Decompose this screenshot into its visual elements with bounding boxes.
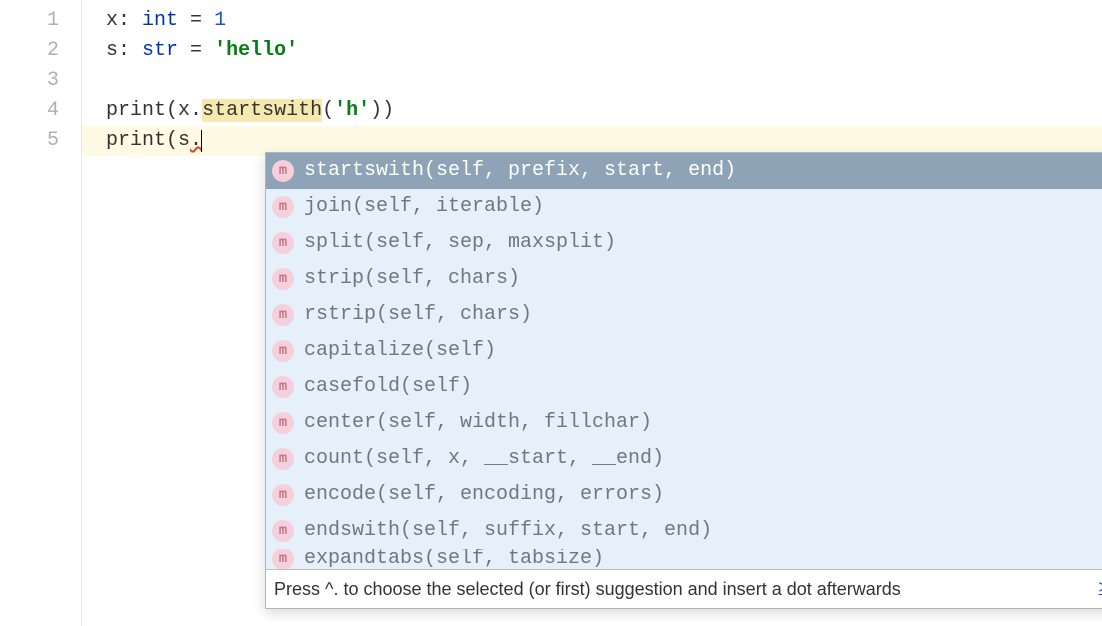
- variable-name: s: [106, 39, 118, 62]
- method-icon: m: [272, 340, 294, 362]
- method-icon: m: [272, 412, 294, 434]
- code-editor: 1 2 3 4 5 x: int = 1 s: str = 'hello' pr…: [0, 0, 1102, 626]
- completion-label: split(self, sep, maxsplit): [304, 228, 1094, 258]
- line-number-gutter: 1 2 3 4 5: [0, 0, 82, 626]
- more-suggestions-link[interactable]: >>: [1098, 574, 1102, 604]
- completion-item[interactable]: m capitalize(self) str: [266, 333, 1102, 369]
- completion-label: expandtabs(self, tabsize): [304, 549, 1094, 569]
- code-line-2[interactable]: s: str = 'hello': [106, 36, 1102, 66]
- completion-label: encode(self, encoding, errors): [304, 480, 1094, 510]
- object-ref: s: [178, 129, 190, 152]
- method-icon: m: [272, 196, 294, 218]
- completion-label: startswith(self, prefix, start, end): [304, 156, 1094, 186]
- completion-item[interactable]: m strip(self, chars) str: [266, 261, 1102, 297]
- method-icon: m: [272, 484, 294, 506]
- type-annotation: str: [142, 39, 178, 62]
- code-line-4[interactable]: print(x.startswith('h')): [106, 96, 1102, 126]
- code-area[interactable]: x: int = 1 s: str = 'hello' print(x.star…: [82, 0, 1102, 626]
- type-annotation: int: [142, 9, 178, 32]
- completion-item[interactable]: m casefold(self) str: [266, 369, 1102, 405]
- completion-label: capitalize(self): [304, 336, 1094, 366]
- string-literal: 'h': [334, 99, 370, 122]
- object-ref: x: [178, 99, 190, 122]
- completion-item[interactable]: m join(self, iterable) str: [266, 189, 1102, 225]
- completion-label: count(self, x, __start, __end): [304, 444, 1094, 474]
- highlighted-method: startswith: [202, 99, 322, 122]
- completion-label: join(self, iterable): [304, 192, 1094, 222]
- int-literal: 1: [214, 9, 226, 32]
- completion-list[interactable]: m startswith(self, prefix, start, end) s…: [266, 153, 1102, 569]
- completion-item[interactable]: m split(self, sep, maxsplit) str: [266, 225, 1102, 261]
- assign-op: =: [178, 39, 214, 62]
- completion-label: rstrip(self, chars): [304, 300, 1094, 330]
- method-icon: m: [272, 232, 294, 254]
- method-icon: m: [272, 268, 294, 290]
- method-icon: m: [272, 549, 294, 569]
- completion-label: center(self, width, fillchar): [304, 408, 1094, 438]
- method-icon: m: [272, 376, 294, 398]
- completion-item[interactable]: m encode(self, encoding, errors) str: [266, 477, 1102, 513]
- completion-item[interactable]: m startswith(self, prefix, start, end) s…: [266, 153, 1102, 189]
- completion-label: casefold(self): [304, 372, 1094, 402]
- code-line-3[interactable]: [106, 66, 1102, 96]
- function-call: print: [106, 129, 166, 152]
- line-number: 3: [0, 66, 59, 96]
- variable-name: x: [106, 9, 118, 32]
- method-icon: m: [272, 520, 294, 542]
- method-icon: m: [272, 304, 294, 326]
- completion-label: endswith(self, suffix, start, end): [304, 516, 1094, 546]
- line-number: 4: [0, 96, 59, 126]
- line-number: 2: [0, 36, 59, 66]
- completion-item[interactable]: m rstrip(self, chars) str: [266, 297, 1102, 333]
- completion-footer: Press ^. to choose the selected (or firs…: [266, 569, 1102, 608]
- function-call: print: [106, 99, 166, 122]
- completion-item[interactable]: m expandtabs(self, tabsize) str: [266, 549, 1102, 569]
- completion-item[interactable]: m endswith(self, suffix, start, end) str: [266, 513, 1102, 549]
- completion-label: strip(self, chars): [304, 264, 1094, 294]
- line-number: 1: [0, 6, 59, 36]
- completion-hint-text: Press ^. to choose the selected (or firs…: [274, 574, 1098, 604]
- completion-popup: m startswith(self, prefix, start, end) s…: [265, 152, 1102, 609]
- method-icon: m: [272, 448, 294, 470]
- completion-item[interactable]: m count(self, x, __start, __end) str: [266, 441, 1102, 477]
- code-line-1[interactable]: x: int = 1: [106, 6, 1102, 36]
- completion-item[interactable]: m center(self, width, fillchar) str: [266, 405, 1102, 441]
- string-literal: 'hello': [214, 39, 298, 62]
- line-number: 5: [0, 126, 59, 156]
- assign-op: =: [178, 9, 214, 32]
- text-caret: [201, 130, 202, 152]
- method-icon: m: [272, 160, 294, 182]
